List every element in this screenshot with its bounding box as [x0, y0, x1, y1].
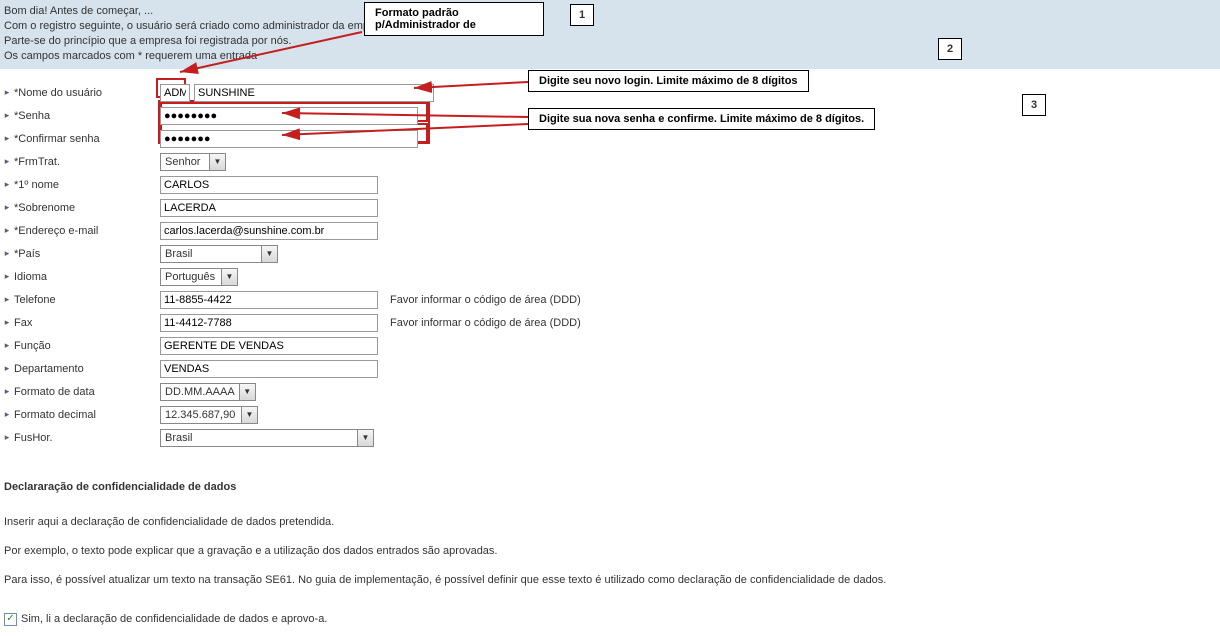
label-dateformat: Formato de data: [10, 386, 160, 398]
username-input[interactable]: [194, 84, 434, 102]
label-username: *Nome do usuário: [10, 87, 160, 99]
declaration-title: Declararação de confidencialidade de dad…: [4, 477, 1216, 498]
decimalformat-value: 12.345.687,90: [161, 409, 241, 421]
country-select[interactable]: Brasil ▼: [160, 245, 278, 263]
username-prefix-input[interactable]: [160, 84, 190, 102]
label-function: Função: [10, 340, 160, 352]
accept-label: Sim, li a declaração de confidencialidad…: [21, 613, 327, 625]
callout-number-2: 2: [938, 38, 962, 60]
confirm-password-input[interactable]: [160, 130, 418, 148]
fax-input[interactable]: [160, 314, 378, 332]
label-language: Idioma: [10, 271, 160, 283]
intro-line-4: Os campos marcados com * requerem uma en…: [4, 49, 1216, 64]
timezone-select[interactable]: Brasil ▼: [160, 429, 374, 447]
fax-hint: Favor informar o código de área (DDD): [390, 317, 581, 329]
callout-number-1: 1: [570, 4, 594, 26]
label-firstname: *1º nome: [10, 179, 160, 191]
label-frmtrat: *FrmTrat.: [10, 156, 160, 168]
function-input[interactable]: [160, 337, 378, 355]
lastname-input[interactable]: [160, 199, 378, 217]
intro-line-1: Bom dia! Antes de começar, ...: [4, 4, 1216, 19]
frmtrat-value: Senhor: [161, 156, 209, 168]
label-lastname: *Sobrenome: [10, 202, 160, 214]
declaration-p3: Para isso, é possível atualizar um texto…: [4, 570, 1216, 591]
country-value: Brasil: [161, 248, 261, 260]
accept-checkbox[interactable]: ✓: [4, 613, 17, 626]
dropdown-icon: ▼: [357, 430, 373, 446]
declaration-section: Declararação de confidencialidade de dad…: [0, 449, 1220, 607]
phone-input[interactable]: [160, 291, 378, 309]
timezone-value: Brasil: [161, 432, 357, 444]
label-email: *Endereço e-mail: [10, 225, 160, 237]
label-fax: Fax: [10, 317, 160, 329]
dropdown-icon: ▼: [239, 384, 255, 400]
firstname-input[interactable]: [160, 176, 378, 194]
frmtrat-select[interactable]: Senhor ▼: [160, 153, 226, 171]
phone-hint: Favor informar o código de área (DDD): [390, 294, 581, 306]
dropdown-icon: ▼: [209, 154, 225, 170]
callout-text-1: Formato padrão p/Administrador de: [364, 2, 544, 36]
dropdown-icon: ▼: [261, 246, 277, 262]
dropdown-icon: ▼: [221, 269, 237, 285]
label-department: Departamento: [10, 363, 160, 375]
callout-text-3: Digite sua nova senha e confirme. Limite…: [528, 108, 875, 130]
intro-line-3: Parte-se do princípio que a empresa foi …: [4, 34, 1216, 49]
label-timezone: FusHor.: [10, 432, 160, 444]
dateformat-value: DD.MM.AAAA: [161, 386, 239, 398]
check-icon: ✓: [6, 614, 14, 624]
dateformat-select[interactable]: DD.MM.AAAA ▼: [160, 383, 256, 401]
label-password: *Senha: [10, 110, 160, 122]
label-decimalformat: Formato decimal: [10, 409, 160, 421]
language-value: Português: [161, 271, 221, 283]
password-input[interactable]: [160, 107, 418, 125]
intro-line-2: Com o registro seguinte, o usuário será …: [4, 19, 1216, 34]
callout-text-2: Digite seu novo login. Limite máximo de …: [528, 70, 809, 92]
intro-header: Bom dia! Antes de começar, ... Com o reg…: [0, 0, 1220, 69]
declaration-p2: Por exemplo, o texto pode explicar que a…: [4, 541, 1216, 562]
decimalformat-select[interactable]: 12.345.687,90 ▼: [160, 406, 258, 424]
label-country: *País: [10, 248, 160, 260]
declaration-p1: Inserir aqui a declaração de confidencia…: [4, 512, 1216, 533]
department-input[interactable]: [160, 360, 378, 378]
label-phone: Telefone: [10, 294, 160, 306]
callout-number-3: 3: [1022, 94, 1046, 116]
language-select[interactable]: Português ▼: [160, 268, 238, 286]
dropdown-icon: ▼: [241, 407, 257, 423]
email-input[interactable]: [160, 222, 378, 240]
label-confirm: *Confirmar senha: [10, 133, 160, 145]
